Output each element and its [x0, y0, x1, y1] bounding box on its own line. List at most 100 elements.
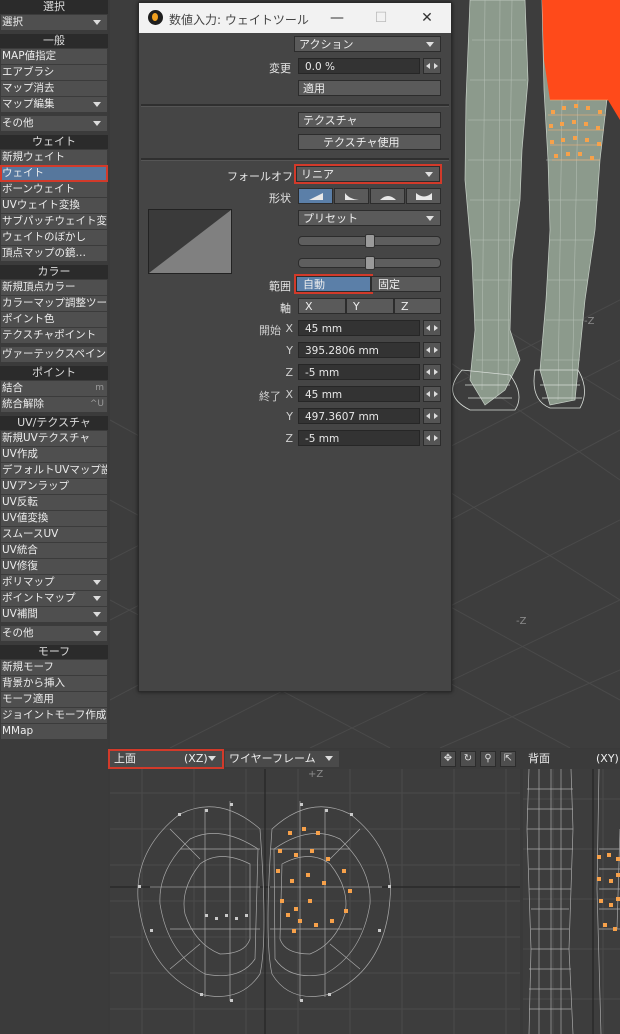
apply-button[interactable]: 適用	[298, 80, 441, 96]
move-icon[interactable]: ✥	[440, 751, 456, 767]
tool-button[interactable]: 選択	[1, 15, 107, 30]
top-axis-label: +Z	[308, 769, 323, 780]
rotate-icon[interactable]: ↻	[460, 751, 476, 767]
tool-label: カラーマップ調整ツール	[2, 297, 107, 309]
tool-button[interactable]: 新規モーフ	[1, 660, 107, 675]
end-z-spinner[interactable]	[423, 430, 441, 446]
falloff-slider-1-knob[interactable]	[365, 234, 375, 248]
tool-button[interactable]: ポイント色	[1, 312, 107, 327]
range-label: 範囲	[269, 280, 291, 293]
preset-dropdown[interactable]: プリセット	[298, 210, 441, 226]
start-x-field[interactable]: 45 mm	[298, 320, 420, 336]
tool-button[interactable]: UV補間	[1, 607, 107, 622]
tool-button[interactable]: その他	[1, 116, 107, 131]
tool-button[interactable]: UV修復	[1, 559, 107, 574]
top-viewport[interactable]: +Z	[110, 769, 520, 1034]
tool-button[interactable]: UV作成	[1, 447, 107, 462]
falloff-curve-preview	[148, 209, 232, 274]
end-y-spinner[interactable]	[423, 408, 441, 424]
shape-easein-icon	[380, 196, 396, 200]
tool-button[interactable]: 頂点マップの鏡…	[1, 246, 107, 261]
start-label: 開始	[259, 324, 281, 337]
separator	[141, 104, 449, 107]
falloff-slider-2-knob[interactable]	[365, 256, 375, 270]
end-x-field[interactable]: 45 mm	[298, 386, 420, 402]
tool-button[interactable]: ウェイト	[0, 165, 108, 182]
tool-button[interactable]: ウェイトのぼかし	[1, 230, 107, 245]
app-logo-icon	[148, 10, 163, 25]
zoom-icon[interactable]: ⚲	[480, 751, 496, 767]
use-texture-toggle[interactable]: テクスチャ使用	[298, 134, 441, 150]
texture-button[interactable]: テクスチャ	[298, 112, 441, 128]
start-x-spinner[interactable]	[423, 320, 441, 336]
end-z-field[interactable]: -5 mm	[298, 430, 420, 446]
tool-button[interactable]: UVウェイト変換	[1, 198, 107, 213]
back-viewport[interactable]	[523, 769, 620, 1034]
tool-button[interactable]: 結合 m	[1, 381, 107, 396]
dialog-titlebar[interactable]: 数値入力: ウェイトツール — ☐ ✕	[139, 3, 451, 33]
axis-x-button[interactable]: X	[298, 298, 346, 314]
tool-button[interactable]: マップ消去	[1, 81, 107, 96]
range-fixed-button[interactable]: 固定	[371, 276, 441, 292]
separator	[141, 158, 449, 161]
back-view-dropdown[interactable]: 背面 (XY)	[524, 751, 620, 767]
tool-label: UV反転	[2, 496, 38, 508]
tool-label: 新規モーフ	[2, 661, 54, 673]
start-x-label: X	[285, 322, 293, 335]
minimize-icon[interactable]: —	[323, 7, 351, 29]
dialog-title: 数値入力: ウェイトツール	[169, 13, 309, 27]
change-field[interactable]: 0.0 %	[298, 58, 420, 74]
start-y-spinner[interactable]	[423, 342, 441, 358]
tool-button[interactable]: UV値変換	[1, 511, 107, 526]
shape-easein-button[interactable]	[370, 188, 405, 204]
end-x-spinner[interactable]	[423, 386, 441, 402]
tool-button[interactable]: ポリマップ	[1, 575, 107, 590]
shape-smooth-button[interactable]	[406, 188, 441, 204]
tool-label: UVアンラップ	[2, 480, 69, 492]
shape-label: 形状	[269, 192, 291, 205]
tool-button[interactable]: MAP値指定	[1, 49, 107, 64]
axis-z-button[interactable]: Z	[394, 298, 441, 314]
tool-button[interactable]: 新規ウェイト	[1, 150, 107, 165]
tool-button[interactable]: テクスチャポイント	[1, 328, 107, 343]
tool-button[interactable]: ジョイントモーフ作成	[1, 708, 107, 723]
start-z-spinner[interactable]	[423, 364, 441, 380]
tool-button[interactable]: デフォルトUVマップ設定	[1, 463, 107, 478]
start-z-field[interactable]: -5 mm	[298, 364, 420, 380]
close-icon[interactable]: ✕	[413, 7, 441, 29]
shape-easeout-button[interactable]	[334, 188, 369, 204]
axis-y-button[interactable]: Y	[346, 298, 394, 314]
tool-button[interactable]: スムースUV	[1, 527, 107, 542]
tool-button[interactable]: その他	[1, 626, 107, 641]
tool-button[interactable]: 統合解除 ^U	[1, 397, 107, 412]
tool-button[interactable]: UV統合	[1, 543, 107, 558]
tool-button[interactable]: カラーマップ調整ツール	[1, 296, 107, 311]
falloff-dropdown[interactable]: リニア	[294, 164, 442, 184]
tool-button[interactable]: サブパッチウェイト変換	[1, 214, 107, 229]
action-dropdown[interactable]: アクション	[294, 36, 441, 52]
maximize-icon[interactable]: ⇱	[500, 751, 516, 767]
tool-button[interactable]: ポイントマップ	[1, 591, 107, 606]
tool-button[interactable]: UV反転	[1, 495, 107, 510]
start-y-field[interactable]: 395.2806 mm	[298, 342, 420, 358]
tool-button[interactable]: 新規UVテクスチャ	[1, 431, 107, 446]
tool-button[interactable]: 背景から挿入	[1, 676, 107, 691]
tool-label: エアブラシ	[2, 66, 55, 78]
tool-button[interactable]: MMap	[1, 724, 107, 739]
range-auto-button[interactable]: 自動	[294, 274, 373, 294]
end-y-field[interactable]: 497.3607 mm	[298, 408, 420, 424]
tool-button[interactable]: UVアンラップ	[1, 479, 107, 494]
tool-label: UV作成	[2, 448, 38, 460]
render-mode-dropdown[interactable]: ワイヤーフレーム	[225, 751, 339, 767]
tool-button[interactable]: ヴァーテックスペイント	[1, 347, 107, 362]
maximize-window-icon[interactable]: ☐	[367, 7, 395, 29]
tool-button[interactable]: エアブラシ	[1, 65, 107, 80]
tool-button[interactable]: マップ編集	[1, 97, 107, 112]
top-view-dropdown[interactable]: 上面 (XZ)	[108, 749, 224, 769]
change-spinner[interactable]	[423, 58, 441, 74]
shape-linear-button[interactable]	[298, 188, 333, 204]
tool-button[interactable]: 新規頂点カラー	[1, 280, 107, 295]
tool-button[interactable]: モーフ適用	[1, 692, 107, 707]
tool-button[interactable]: ボーンウェイト	[1, 182, 107, 197]
